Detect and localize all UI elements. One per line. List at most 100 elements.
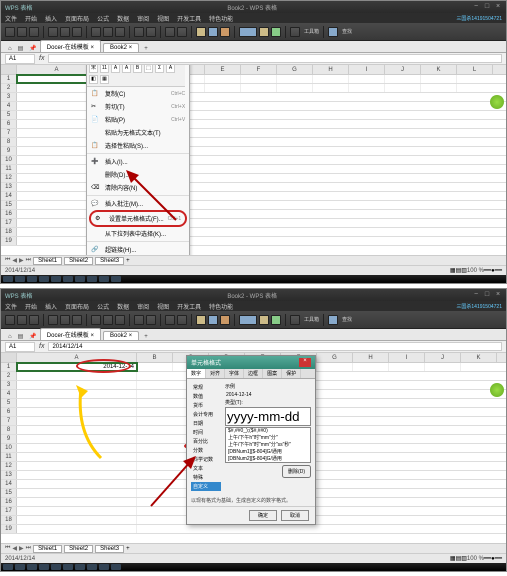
cell[interactable] <box>313 75 349 83</box>
col-header[interactable]: J <box>385 65 421 74</box>
tab-pin-icon[interactable]: 📌 <box>26 333 39 340</box>
mini-size-button[interactable]: 11 <box>100 65 109 73</box>
col-header[interactable]: H <box>353 353 389 362</box>
fx-icon[interactable]: fx <box>35 55 48 62</box>
cat-text[interactable]: 文本 <box>191 464 221 473</box>
restore-button[interactable]: □ <box>483 291 491 299</box>
type-input[interactable] <box>225 407 311 426</box>
type-option[interactable]: yyyy-mm-dd <box>226 462 310 463</box>
cell[interactable] <box>17 471 137 479</box>
type-option[interactable]: 上午/下午h"时"mm"分"ss"秒" <box>226 441 310 448</box>
menu-special[interactable]: 特色功能 <box>209 302 233 311</box>
row-header[interactable]: 1 <box>1 363 17 371</box>
tab-home-icon[interactable]: ⌂ <box>5 334 15 340</box>
row-header[interactable]: 4 <box>1 390 17 398</box>
col-header[interactable]: K <box>421 65 457 74</box>
taskbar-item[interactable] <box>111 564 121 570</box>
row-header[interactable]: 11 <box>1 165 17 173</box>
ok-button[interactable]: 确定 <box>249 510 277 521</box>
row-header[interactable]: 12 <box>1 462 17 470</box>
zoom-slider[interactable]: ━━●━━ <box>484 555 502 562</box>
tab-book2[interactable]: Book2 × <box>103 43 139 52</box>
mini-bold-button[interactable]: B <box>133 65 142 73</box>
cell[interactable] <box>425 363 461 371</box>
row-header[interactable]: 2 <box>1 84 17 92</box>
cell[interactable] <box>17 165 97 173</box>
col-header[interactable]: B <box>137 353 173 362</box>
taskbar-item[interactable] <box>3 564 13 570</box>
cell[interactable] <box>17 237 97 245</box>
cell[interactable] <box>17 372 137 380</box>
cell[interactable] <box>17 102 97 110</box>
user-label[interactable]: 三国杀14191504721 <box>456 303 502 310</box>
menu-clear[interactable]: ⌫清除内容(N) <box>87 181 189 194</box>
cell[interactable] <box>17 138 97 146</box>
taskbar-item[interactable] <box>39 276 49 282</box>
cell[interactable] <box>17 489 137 497</box>
select-all-corner[interactable] <box>1 65 17 74</box>
taskbar-item[interactable] <box>87 276 97 282</box>
row-header[interactable]: 1 <box>1 75 17 83</box>
toolbox-label[interactable]: 工具箱 <box>304 28 319 35</box>
row-header[interactable]: 6 <box>1 120 17 128</box>
menu-review[interactable]: 审阅 <box>137 302 149 311</box>
cat-time[interactable]: 时间 <box>191 428 221 437</box>
tab-add-button[interactable]: + <box>141 46 151 52</box>
row-header[interactable]: 5 <box>1 399 17 407</box>
row-header[interactable]: 16 <box>1 210 17 218</box>
sheet-tab-1[interactable]: Sheet1 <box>33 545 62 553</box>
row-header[interactable]: 17 <box>1 219 17 227</box>
cat-number[interactable]: 数值 <box>191 392 221 401</box>
align-right-button[interactable] <box>115 27 125 37</box>
mini-color-button[interactable]: A <box>166 65 175 73</box>
cell[interactable] <box>205 75 241 83</box>
tab-list-icon[interactable]: ▤ <box>15 333 27 340</box>
align-left-button[interactable] <box>91 27 101 37</box>
menu-copy[interactable]: 📋复制(C)Ctrl+C <box>87 87 189 100</box>
sheet-nav-next[interactable]: ▶ <box>19 545 24 552</box>
row-header[interactable]: 18 <box>1 228 17 236</box>
cat-accounting[interactable]: 会计专用 <box>191 410 221 419</box>
cell[interactable] <box>317 363 353 371</box>
cat-fraction[interactable]: 分数 <box>191 446 221 455</box>
row-header[interactable]: 14 <box>1 480 17 488</box>
filter-button[interactable] <box>220 27 230 37</box>
taskbar-item[interactable] <box>27 564 37 570</box>
cell[interactable] <box>17 129 97 137</box>
mini-fill-button[interactable]: ◧ <box>89 75 98 84</box>
format-button[interactable] <box>239 27 257 37</box>
row-header[interactable]: 18 <box>1 516 17 524</box>
formula-input[interactable] <box>48 54 502 63</box>
taskbar-item[interactable] <box>63 564 73 570</box>
menu-layout[interactable]: 页面布局 <box>65 14 89 23</box>
row-header[interactable]: 10 <box>1 156 17 164</box>
menu-insert-comment[interactable]: 💬插入批注(M)... <box>87 197 189 210</box>
menu-view[interactable]: 视图 <box>157 302 169 311</box>
zoom-value[interactable]: 100 % <box>467 556 484 562</box>
col-header[interactable]: I <box>349 65 385 74</box>
menu-paste-text[interactable]: 粘贴为无格式文本(T) <box>87 126 189 139</box>
align-center-button[interactable] <box>103 315 113 325</box>
delete-format-button[interactable]: 删除(D) <box>282 465 311 478</box>
col-header[interactable]: G <box>277 65 313 74</box>
copy-button[interactable] <box>29 27 39 37</box>
cut-button[interactable] <box>17 315 27 325</box>
cell[interactable] <box>17 192 97 200</box>
row-header[interactable]: 16 <box>1 498 17 506</box>
row-header[interactable]: 15 <box>1 489 17 497</box>
filter-button[interactable] <box>220 315 230 325</box>
cell[interactable] <box>17 84 97 92</box>
col-header[interactable]: H <box>313 65 349 74</box>
col-header-a[interactable]: A <box>17 353 137 362</box>
col-header-a[interactable]: A <box>17 65 97 74</box>
cell[interactable] <box>277 84 313 92</box>
sheet-tab-3[interactable]: Sheet3 <box>95 545 124 553</box>
taskbar-item[interactable] <box>111 276 121 282</box>
cell[interactable] <box>17 498 137 506</box>
sheet-nav-last[interactable]: ⏭ <box>26 257 31 264</box>
row-header[interactable]: 13 <box>1 471 17 479</box>
underline-button[interactable] <box>72 315 82 325</box>
cell[interactable] <box>421 84 457 92</box>
row-col-button[interactable] <box>259 315 269 325</box>
row-header[interactable]: 9 <box>1 147 17 155</box>
